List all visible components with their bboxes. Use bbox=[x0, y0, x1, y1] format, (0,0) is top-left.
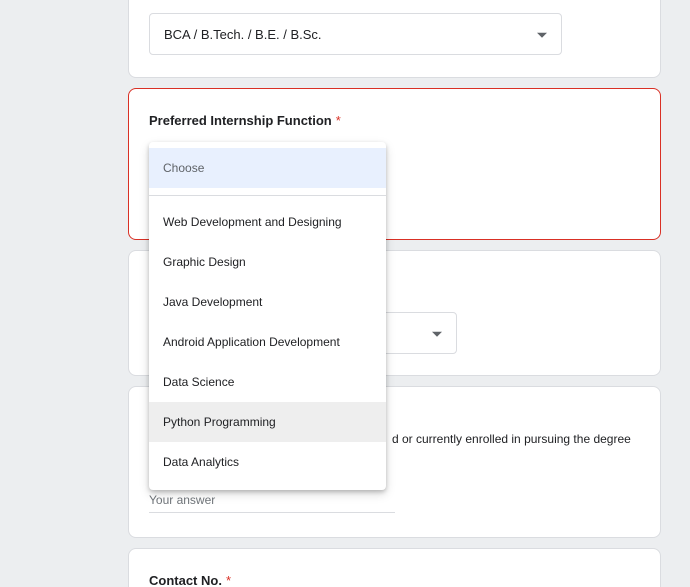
function-question-title: Preferred Internship Function * bbox=[149, 113, 341, 128]
dropdown-option[interactable]: Android Application Development bbox=[149, 322, 386, 362]
chevron-down-icon bbox=[432, 331, 442, 337]
dropdown-option-label: Python Programming bbox=[163, 415, 276, 429]
function-question-label: Preferred Internship Function bbox=[149, 113, 332, 128]
dropdown-option[interactable]: Web Development and Designing bbox=[149, 202, 386, 242]
question-4-answer-input[interactable]: Your answer bbox=[149, 491, 395, 513]
contact-question-title: Contact No. * bbox=[149, 573, 231, 587]
degree-question-card: BCA / B.Tech. / B.E. / B.Sc. bbox=[128, 0, 661, 78]
degree-select-value: BCA / B.Tech. / B.E. / B.Sc. bbox=[164, 26, 322, 42]
function-dropdown-menu: Choose Web Development and Designing Gra… bbox=[149, 142, 386, 490]
contact-question-card: Contact No. * bbox=[128, 548, 661, 587]
dropdown-option-label: Android Application Development bbox=[163, 335, 340, 349]
dropdown-option[interactable]: Java Development bbox=[149, 282, 386, 322]
dropdown-option-label: Graphic Design bbox=[163, 255, 246, 269]
required-star: * bbox=[225, 573, 232, 587]
contact-question-label: Contact No. bbox=[149, 573, 222, 587]
dropdown-option-hovered[interactable]: Python Programming bbox=[149, 402, 386, 442]
dropdown-option-label: Data Science bbox=[163, 375, 235, 389]
dropdown-option-label: Web Development and Designing bbox=[163, 215, 342, 229]
degree-select[interactable]: BCA / B.Tech. / B.E. / B.Sc. bbox=[149, 13, 562, 55]
dropdown-option[interactable]: Data Science bbox=[149, 362, 386, 402]
question-4-description-text: d or currently enrolled in pursuing the … bbox=[392, 432, 631, 446]
dropdown-option[interactable]: Data Analytics bbox=[149, 442, 386, 482]
dropdown-option-label: Data Analytics bbox=[163, 455, 240, 469]
dropdown-option[interactable]: Graphic Design bbox=[149, 242, 386, 282]
dropdown-divider bbox=[149, 195, 386, 196]
required-star: * bbox=[335, 113, 341, 128]
dropdown-placeholder-label: Choose bbox=[163, 161, 205, 175]
dropdown-option-placeholder[interactable]: Choose bbox=[149, 148, 386, 188]
dropdown-option-label: Java Development bbox=[163, 295, 263, 309]
chevron-down-icon bbox=[537, 32, 547, 38]
